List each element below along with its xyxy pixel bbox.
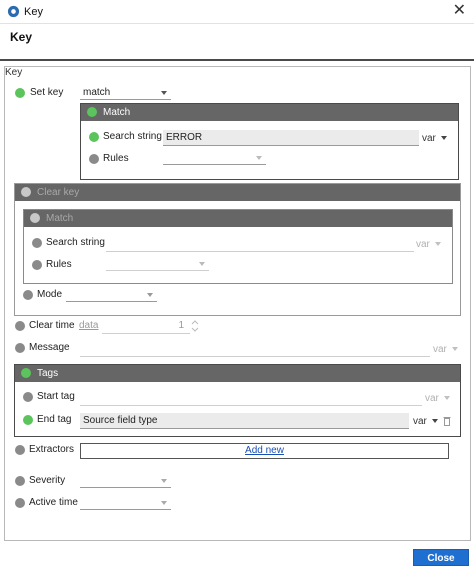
var-label: var bbox=[433, 344, 447, 355]
end-tag-input[interactable]: Source field type bbox=[80, 413, 409, 429]
clear-search-string-label: Search string bbox=[46, 237, 105, 248]
page-header: Key bbox=[0, 24, 474, 61]
chevron-down-icon bbox=[451, 347, 458, 352]
chevron-down-icon bbox=[431, 419, 438, 424]
window-close-icon[interactable]: ✕ bbox=[453, 2, 466, 20]
chevron-down-icon bbox=[161, 501, 167, 505]
mode-select[interactable] bbox=[66, 288, 157, 302]
start-tag-var-select[interactable]: var bbox=[425, 393, 450, 404]
match-group-title: Match bbox=[103, 107, 131, 118]
stepper-icon[interactable] bbox=[190, 319, 200, 333]
clear-key-group-header: Clear key bbox=[15, 184, 460, 201]
clear-search-string-toggle-icon[interactable] bbox=[32, 238, 42, 248]
search-string-label: Search string bbox=[103, 131, 162, 142]
clear-key-group-title: Clear key bbox=[37, 187, 80, 198]
set-key-mode-value: match bbox=[83, 87, 111, 98]
mode-toggle-icon[interactable] bbox=[23, 290, 33, 300]
chevron-down-icon bbox=[161, 479, 167, 483]
set-key-mode-select[interactable]: match bbox=[80, 86, 171, 100]
clear-key-toggle-icon[interactable] bbox=[21, 187, 31, 197]
message-label: Message bbox=[29, 342, 70, 353]
clear-search-string-var-select[interactable]: var bbox=[416, 239, 441, 250]
end-tag-var-select[interactable]: var bbox=[413, 416, 438, 427]
tags-group-title: Tags bbox=[37, 368, 59, 379]
rules-select[interactable] bbox=[163, 151, 266, 165]
end-tag-label: End tag bbox=[37, 414, 72, 425]
page-title: Key bbox=[10, 30, 33, 44]
var-label: var bbox=[416, 239, 430, 250]
message-var-select[interactable]: var bbox=[433, 344, 458, 355]
chevron-down-icon bbox=[147, 293, 153, 297]
chevron-down-icon bbox=[199, 262, 205, 266]
active-time-toggle-icon[interactable] bbox=[15, 498, 25, 508]
clear-key-match-header: Match bbox=[24, 210, 452, 227]
clear-rules-select[interactable] bbox=[106, 257, 209, 271]
severity-select[interactable] bbox=[80, 474, 171, 488]
clear-key-match-toggle-icon[interactable] bbox=[30, 213, 40, 223]
clear-time-input[interactable]: 1 bbox=[102, 318, 190, 334]
active-time-label: Active time bbox=[29, 497, 78, 508]
add-new-link[interactable]: Add new bbox=[81, 445, 448, 456]
section-label: Key bbox=[5, 67, 23, 78]
tags-group-header: Tags bbox=[15, 365, 460, 382]
match-group-header: Match bbox=[81, 104, 458, 121]
severity-toggle-icon[interactable] bbox=[15, 476, 25, 486]
search-string-toggle-icon[interactable] bbox=[89, 132, 99, 142]
set-key-toggle-icon[interactable] bbox=[15, 88, 25, 98]
clear-rules-label: Rules bbox=[46, 259, 72, 270]
search-string-var-select[interactable]: var bbox=[422, 133, 447, 144]
start-tag-toggle-icon[interactable] bbox=[23, 392, 33, 402]
search-string-input[interactable]: ERROR bbox=[163, 130, 419, 146]
rules-label: Rules bbox=[103, 153, 129, 164]
match-toggle-icon[interactable] bbox=[87, 107, 97, 117]
gear-icon bbox=[7, 5, 20, 18]
extractors-toggle-icon[interactable] bbox=[15, 445, 25, 455]
message-toggle-icon[interactable] bbox=[15, 343, 25, 353]
clear-key-match-title: Match bbox=[46, 213, 74, 224]
extractors-label: Extractors bbox=[29, 444, 75, 455]
clear-rules-toggle-icon[interactable] bbox=[32, 260, 42, 270]
window-title: Key bbox=[24, 6, 43, 18]
set-key-label: Set key bbox=[30, 87, 64, 98]
chevron-down-icon bbox=[440, 136, 447, 141]
tags-toggle-icon[interactable] bbox=[21, 368, 31, 378]
trash-icon[interactable] bbox=[443, 416, 451, 426]
clear-time-unit-link[interactable]: data bbox=[79, 320, 98, 331]
chevron-down-icon bbox=[443, 396, 450, 401]
start-tag-label: Start tag bbox=[37, 391, 75, 402]
rules-toggle-icon[interactable] bbox=[89, 154, 99, 164]
chevron-down-icon bbox=[434, 242, 441, 247]
window-titlebar: Key ✕ bbox=[0, 0, 474, 24]
clear-search-string-input[interactable] bbox=[106, 236, 414, 252]
mode-label: Mode bbox=[37, 289, 63, 300]
chevron-down-icon bbox=[161, 91, 167, 95]
start-tag-input[interactable] bbox=[80, 390, 422, 406]
message-input[interactable] bbox=[80, 341, 430, 357]
clear-time-label: Clear time bbox=[29, 320, 75, 331]
close-button[interactable]: Close bbox=[413, 549, 469, 566]
add-extractor-box: Add new bbox=[80, 443, 449, 459]
severity-label: Severity bbox=[29, 475, 66, 486]
var-label: var bbox=[425, 393, 439, 404]
chevron-down-icon bbox=[256, 156, 262, 160]
var-label: var bbox=[413, 416, 427, 427]
clear-time-toggle-icon[interactable] bbox=[15, 321, 25, 331]
var-label: var bbox=[422, 133, 436, 144]
end-tag-toggle-icon[interactable] bbox=[23, 415, 33, 425]
active-time-select[interactable] bbox=[80, 496, 171, 510]
